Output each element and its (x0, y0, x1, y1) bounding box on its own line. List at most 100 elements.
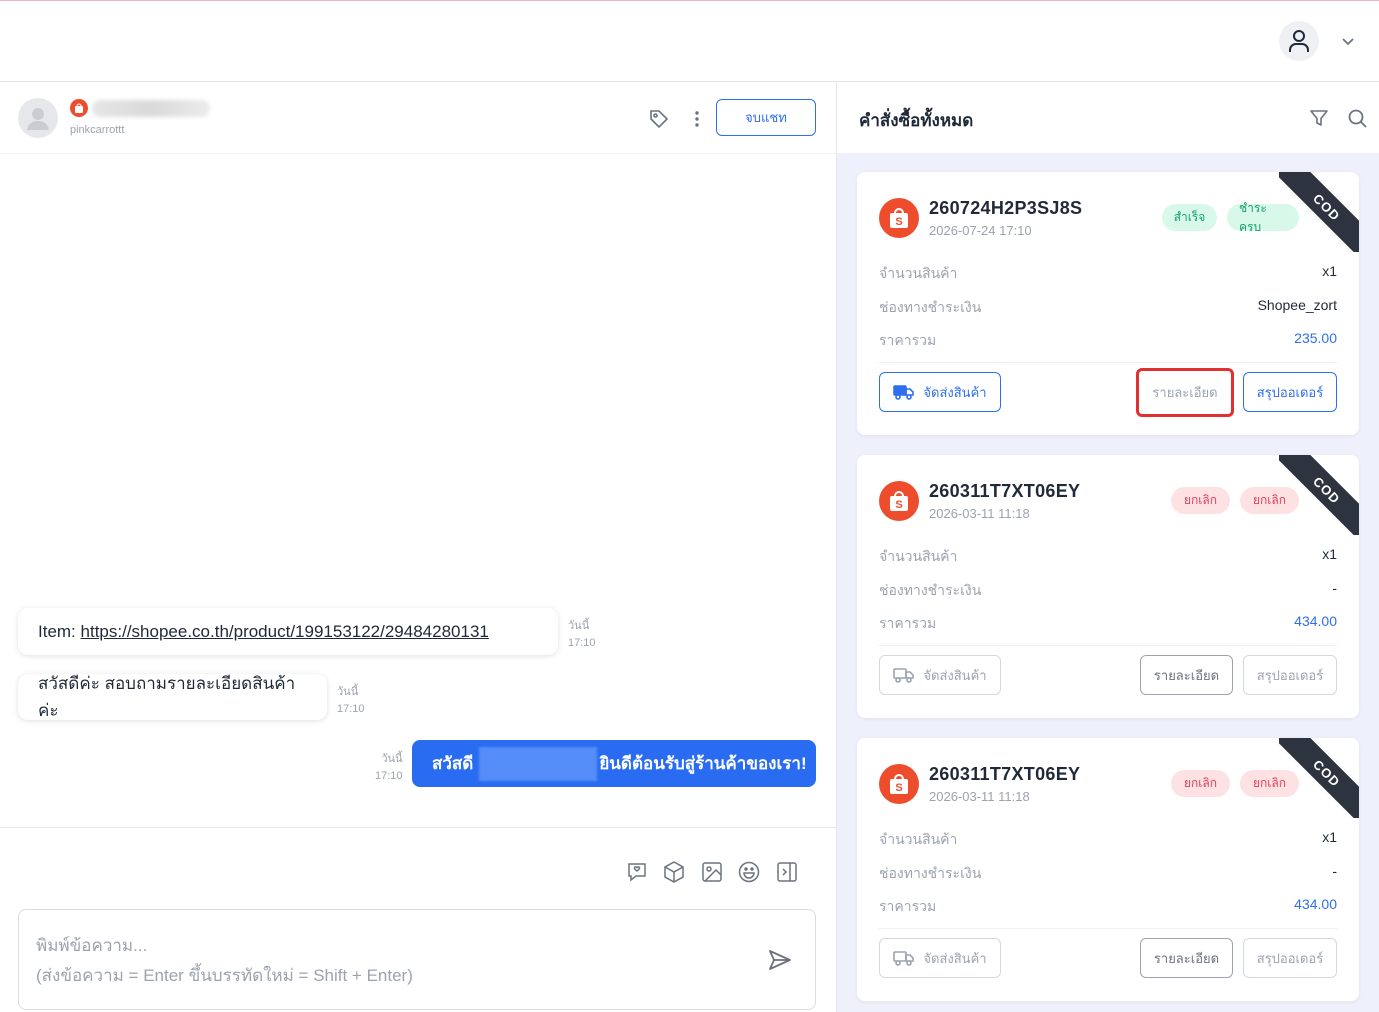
message-prefix: Item: (38, 621, 81, 641)
order-status-badge: ยกเลิก (1171, 487, 1230, 514)
message-text-before: สวัสดี (432, 754, 474, 773)
order-detail-button[interactable]: รายละเอียด (1140, 655, 1233, 695)
ship-button[interactable]: จัดส่งสินค้า (879, 938, 1001, 978)
ship-button[interactable]: จัดส่งสินค้า (879, 655, 1001, 695)
total-label: ราคารวม (879, 898, 937, 914)
shopee-logo-icon: S (879, 481, 919, 521)
filter-icon[interactable] (1308, 107, 1330, 129)
user-icon (1289, 30, 1309, 52)
order-date: 2026-03-11 11:18 (929, 789, 1030, 804)
top-bar (0, 1, 1379, 82)
order-summary-button-label: สรุปออเดอร์ (1256, 667, 1324, 683)
message-text: สวัสดีค่ะ สอบถามรายละเอียดสินค้าค่ะ (38, 674, 296, 720)
message-text-after: ยินดีต้อนรับสู่ร้านค้าของเรา! (599, 754, 807, 773)
quick-reply-icon[interactable] (625, 860, 649, 884)
order-summary-button[interactable]: สรุปออเดอร์ (1243, 655, 1337, 695)
payment-channel-label: ช่องทางชำระเงิน (879, 865, 982, 881)
quantity-label: จำนวนสินค้า (879, 831, 958, 847)
ship-button-label: จัดส่งสินค้า (923, 667, 987, 683)
total-value: 235.00 (1294, 330, 1337, 346)
more-options-icon[interactable] (688, 108, 706, 130)
quantity-value: x1 (1322, 263, 1337, 279)
card-divider (879, 928, 1337, 929)
profile-avatar-button[interactable] (1279, 21, 1319, 61)
quantity-value: x1 (1322, 829, 1337, 845)
message-timestamp: วันนี้ 17:10 (337, 684, 365, 718)
svg-text:S: S (895, 499, 902, 511)
order-status-badge: ยกเลิก (1171, 770, 1230, 797)
order-date: 2026-03-11 11:18 (929, 506, 1030, 521)
order-summary-button-label: สรุปออเดอร์ (1256, 384, 1324, 400)
chat-panel: pinkcarrottt จบแชท Item: https://shopee.… (0, 82, 837, 1012)
image-icon[interactable] (700, 860, 724, 884)
truck-icon (893, 951, 915, 966)
search-icon[interactable] (1346, 107, 1368, 129)
panel-toggle-icon[interactable] (775, 860, 799, 884)
message-day: วันนี้ (381, 753, 403, 765)
order-detail-button[interactable]: รายละเอียด (1136, 368, 1234, 417)
product-link[interactable]: https://shopee.co.th/product/199153122/2… (81, 622, 489, 642)
payment-channel-value: - (1332, 580, 1337, 596)
message-day: วันนี้ (337, 686, 359, 698)
ship-button-label: จัดส่งสินค้า (923, 950, 987, 966)
message-bubble-incoming: สวัสดีค่ะ สอบถามรายละเอียดสินค้าค่ะ (18, 674, 327, 720)
order-card: COD S 260724H2P3SJ8S 2026-07-24 17:10 สำ… (857, 172, 1359, 435)
svg-text:S: S (895, 782, 902, 794)
customer-name-redacted (479, 746, 598, 781)
ship-button[interactable]: จัดส่งสินค้า (879, 372, 1001, 412)
truck-icon (893, 668, 915, 683)
total-value: 434.00 (1294, 613, 1337, 629)
total-value: 434.00 (1294, 896, 1337, 912)
message-time: 17:10 (337, 703, 365, 715)
order-detail-button[interactable]: รายละเอียด (1140, 938, 1233, 978)
order-detail-button-label: รายละเอียด (1153, 950, 1220, 966)
total-label: ราคารวม (879, 332, 937, 348)
orders-header: คำสั่งซื้อทั้งหมด (837, 82, 1379, 153)
order-card: COD S 260311T7XT06EY 2026-03-11 11:18 ยก… (857, 455, 1359, 718)
product-box-icon[interactable] (662, 860, 686, 884)
shopee-logo-icon: S (879, 764, 919, 804)
contact-username: pinkcarrottt (70, 124, 125, 136)
chat-header: pinkcarrottt จบแชท (0, 82, 836, 154)
order-id[interactable]: 260311T7XT06EY (929, 481, 1080, 502)
orders-title: คำสั่งซื้อทั้งหมด (859, 111, 974, 130)
order-id[interactable]: 260724H2P3SJ8S (929, 198, 1082, 219)
message-bubble-outgoing: สวัสดี ยินดีต้อนรับสู่ร้านค้าของเรา! (412, 740, 816, 787)
chevron-down-icon[interactable] (1340, 34, 1356, 48)
message-placeholder: พิมพ์ข้อความ... (36, 936, 148, 955)
total-label: ราคารวม (879, 615, 937, 631)
send-icon[interactable] (767, 947, 793, 973)
svg-text:S: S (895, 216, 902, 228)
message-timestamp: วันนี้ 17:10 (375, 751, 403, 785)
payment-status-badge: ชำระครบ (1227, 201, 1299, 234)
message-input[interactable]: พิมพ์ข้อความ... (ส่งข้อความ = Enter ขึ้น… (18, 909, 816, 1010)
emoji-icon[interactable] (737, 860, 761, 884)
quantity-label: จำนวนสินค้า (879, 265, 958, 281)
order-summary-button[interactable]: สรุปออเดอร์ (1243, 938, 1337, 978)
shopee-badge-icon (70, 99, 88, 117)
payment-channel-label: ช่องทางชำระเงิน (879, 582, 982, 598)
order-id[interactable]: 260311T7XT06EY (929, 764, 1080, 785)
order-date: 2026-07-24 17:10 (929, 223, 1032, 238)
payment-status-badge: ยกเลิก (1240, 487, 1299, 514)
order-status-badge: สำเร็จ (1162, 204, 1217, 231)
message-placeholder-hint: (ส่งข้อความ = Enter ขึ้นบรรทัดใหม่ = Shi… (36, 966, 413, 985)
card-divider (879, 645, 1337, 646)
order-summary-button[interactable]: สรุปออเดอร์ (1243, 372, 1337, 412)
message-time: 17:10 (375, 770, 403, 782)
message-day: วันนี้ (568, 620, 590, 632)
quantity-value: x1 (1322, 546, 1337, 562)
contact-avatar (18, 98, 58, 138)
payment-channel-value: Shopee_zort (1257, 297, 1337, 313)
payment-status-badge: ยกเลิก (1240, 770, 1299, 797)
quantity-label: จำนวนสินค้า (879, 548, 958, 564)
message-time: 17:10 (568, 637, 596, 649)
order-card: COD S 260311T7XT06EY 2026-03-11 11:18 ยก… (857, 738, 1359, 1001)
message-bubble-incoming: Item: https://shopee.co.th/product/19915… (18, 608, 558, 655)
truck-icon (893, 385, 915, 400)
shopee-logo-icon: S (879, 198, 919, 238)
tag-icon[interactable] (648, 108, 670, 130)
order-detail-button-label: รายละเอียด (1152, 385, 1218, 400)
end-chat-button[interactable]: จบแชท (716, 99, 816, 136)
composer-divider (0, 827, 836, 828)
